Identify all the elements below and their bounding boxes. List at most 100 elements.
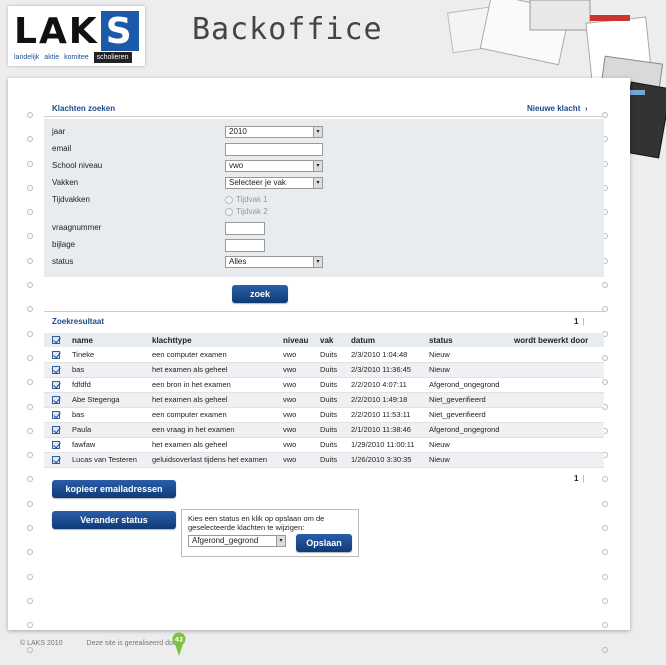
cell-datum: 2/2/2010 4:07:11 bbox=[351, 377, 429, 393]
status-select[interactable]: Alles ▾ bbox=[225, 256, 323, 268]
cell-status: Nieuw bbox=[429, 362, 514, 378]
row-checkbox[interactable] bbox=[52, 411, 60, 419]
cell-status: Nieuw bbox=[429, 452, 514, 468]
cell-vak: Duits bbox=[320, 422, 351, 438]
logo-word-scholieren: scholieren bbox=[93, 52, 132, 63]
row-checkbox[interactable] bbox=[52, 366, 60, 374]
search-form: jaar 2010 ▾ email School niveau vwo ▾ Va… bbox=[44, 119, 604, 277]
page-number[interactable]: 1 bbox=[574, 317, 578, 326]
row-checkbox[interactable] bbox=[52, 381, 60, 389]
cell-niveau: vwo bbox=[283, 452, 320, 468]
cell-name[interactable]: fdfdfd bbox=[72, 377, 152, 393]
cell-datum: 1/29/2010 11:00:11 bbox=[351, 437, 429, 453]
col-niveau[interactable]: niveau bbox=[283, 333, 320, 347]
tijdvak2-radio[interactable]: Tijdvak 2 bbox=[225, 207, 268, 216]
tijdvak1-label: Tijdvak 1 bbox=[236, 195, 268, 204]
cell-name[interactable]: Paula bbox=[72, 422, 152, 438]
email-label: email bbox=[52, 144, 72, 153]
logo-s: S bbox=[100, 11, 139, 52]
cell-name[interactable]: bas bbox=[72, 362, 152, 378]
cell-name[interactable]: fawfaw bbox=[72, 437, 152, 453]
logo-word-aktie: aktie bbox=[44, 54, 60, 61]
tijdvakken-label: Tijdvakken bbox=[52, 195, 90, 204]
pager-separator: | bbox=[582, 317, 585, 326]
o42-logo[interactable]: 42 bbox=[172, 632, 186, 658]
cell-editor bbox=[514, 377, 604, 393]
cell-type: een computer examen bbox=[152, 347, 283, 363]
cell-datum: 2/3/2010 11:36:45 bbox=[351, 362, 429, 378]
row-checkbox[interactable] bbox=[52, 426, 60, 434]
email-field[interactable] bbox=[225, 143, 323, 156]
cell-niveau: vwo bbox=[283, 407, 320, 423]
copy-emails-button[interactable]: kopieer emailadressen bbox=[52, 480, 176, 498]
row-checkbox[interactable] bbox=[52, 456, 60, 464]
cell-niveau: vwo bbox=[283, 437, 320, 453]
col-klachttype[interactable]: klachttype bbox=[152, 333, 283, 347]
table-row[interactable]: Tineke een computer examen vwo Duits 2/3… bbox=[44, 347, 604, 363]
dropdown-arrow-icon: ▾ bbox=[313, 178, 322, 188]
niveau-select[interactable]: vwo ▾ bbox=[225, 160, 323, 172]
logo-letters: LAK bbox=[14, 11, 99, 52]
col-datum[interactable]: datum bbox=[351, 333, 429, 347]
col-name[interactable]: name bbox=[72, 333, 152, 347]
binder-holes-left bbox=[27, 112, 35, 665]
niveau-label: School niveau bbox=[52, 161, 103, 170]
row-checkbox[interactable] bbox=[52, 350, 60, 359]
vraagnummer-field[interactable] bbox=[225, 222, 265, 235]
pager-separator: | bbox=[582, 474, 585, 483]
table-row[interactable]: fawfaw het examen als geheel vwo Duits 1… bbox=[44, 437, 604, 453]
cell-datum: 1/26/2010 3:30:35 bbox=[351, 452, 429, 468]
pager-bottom: 1 | bbox=[574, 474, 585, 483]
vraagnummer-label: vraagnummer bbox=[52, 223, 102, 232]
logo-word-landelijk: landelijk bbox=[14, 54, 40, 61]
save-button[interactable]: Opslaan bbox=[296, 534, 352, 552]
cell-name[interactable]: Lucas van Testeren bbox=[72, 452, 152, 468]
table-row[interactable]: Paula een vraag in het examen vwo Duits … bbox=[44, 422, 604, 438]
cell-editor bbox=[514, 437, 604, 453]
change-status-button[interactable]: Verander status bbox=[52, 511, 176, 529]
table-row[interactable]: Lucas van Testeren geluidsoverlast tijde… bbox=[44, 452, 604, 468]
tijdvak2-label: Tijdvak 2 bbox=[236, 207, 268, 216]
row-checkbox[interactable] bbox=[52, 441, 60, 449]
cell-name[interactable]: Abe Stegenga bbox=[72, 392, 152, 408]
vakken-select[interactable]: Selecteer je vak ▾ bbox=[225, 177, 323, 189]
table-row[interactable]: bas een computer examen vwo Duits 2/2/20… bbox=[44, 407, 604, 423]
footer: © LAKS 2010 Deze site is gerealiseerd do… bbox=[20, 640, 179, 647]
chevron-right-icon: › bbox=[582, 104, 588, 113]
cell-name[interactable]: Tineke bbox=[72, 347, 152, 363]
new-status-select[interactable]: Afgerond_gegrond ▾ bbox=[188, 535, 286, 547]
cell-vak: Duits bbox=[320, 392, 351, 408]
table-row[interactable]: fdfdfd een bron in het examen vwo Duits … bbox=[44, 377, 604, 393]
col-bewerkt-door[interactable]: wordt bewerkt door bbox=[514, 333, 604, 347]
laks-logo[interactable]: LAK S landelijk aktie komitee scholieren bbox=[8, 6, 145, 66]
dropdown-arrow-icon: ▾ bbox=[313, 257, 322, 267]
cell-name[interactable]: bas bbox=[72, 407, 152, 423]
page-number[interactable]: 1 bbox=[574, 474, 578, 483]
select-all-checkbox[interactable] bbox=[52, 336, 60, 345]
cell-datum: 2/2/2010 1:49:18 bbox=[351, 392, 429, 408]
tijdvak1-radio[interactable]: Tijdvak 1 bbox=[225, 195, 268, 204]
cell-vak: Duits bbox=[320, 452, 351, 468]
bijlage-field[interactable] bbox=[225, 239, 265, 252]
cell-editor bbox=[514, 407, 604, 423]
cell-vak: Duits bbox=[320, 377, 351, 393]
cell-vak: Duits bbox=[320, 407, 351, 423]
table-row[interactable]: bas het examen als geheel vwo Duits 2/3/… bbox=[44, 362, 604, 378]
search-button[interactable]: zoek bbox=[232, 285, 288, 303]
logo-wordmark: LAK S bbox=[14, 11, 139, 52]
copyright: © LAKS 2010 bbox=[20, 640, 63, 647]
cell-status: Afgerond_ongegrond bbox=[429, 377, 514, 393]
status-change-panel: Kies een status en klik op opslaan om de… bbox=[181, 509, 359, 557]
row-checkbox[interactable] bbox=[52, 396, 60, 404]
cell-status: Nieuw bbox=[429, 347, 514, 363]
table-row[interactable]: Abe Stegenga het examen als geheel vwo D… bbox=[44, 392, 604, 408]
col-status[interactable]: status bbox=[429, 333, 514, 347]
cell-vak: Duits bbox=[320, 437, 351, 453]
cell-type: een vraag in het examen bbox=[152, 422, 283, 438]
jaar-select[interactable]: 2010 ▾ bbox=[225, 126, 323, 138]
divider bbox=[44, 116, 604, 117]
new-complaint-link[interactable]: Nieuwe klacht › bbox=[527, 104, 587, 113]
logo-tagline: landelijk aktie komitee scholieren bbox=[14, 52, 132, 63]
cell-datum: 2/2/2010 11:53:11 bbox=[351, 407, 429, 423]
col-vak[interactable]: vak bbox=[320, 333, 351, 347]
